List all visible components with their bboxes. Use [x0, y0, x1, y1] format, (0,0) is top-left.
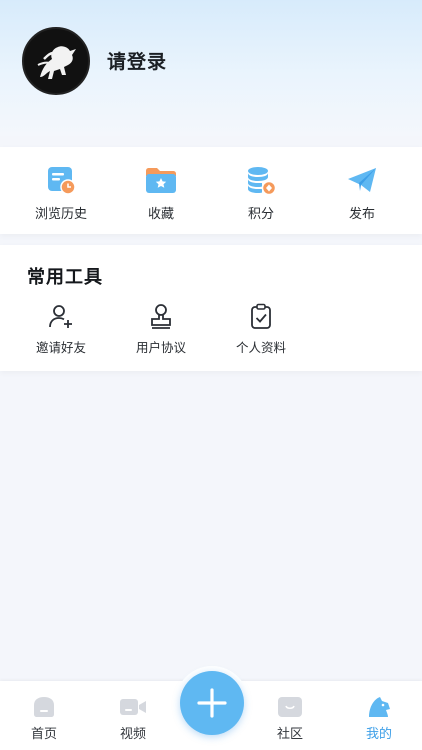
video-icon: [120, 699, 146, 715]
plus-icon: [197, 688, 227, 718]
tool-personal-info[interactable]: 个人资料: [216, 303, 306, 356]
tool-label: 个人资料: [235, 340, 286, 355]
quick-action-points[interactable]: 积分: [216, 165, 306, 225]
quick-action-favorites[interactable]: 收藏: [116, 165, 206, 225]
quick-action-publish[interactable]: 发布: [317, 165, 407, 225]
tool-label: 用户协议: [135, 340, 186, 355]
tab-label: 我的: [365, 727, 392, 742]
quick-action-label: 积分: [247, 207, 274, 222]
avatar[interactable]: [22, 27, 90, 95]
quick-action-label: 收藏: [147, 207, 174, 222]
tool-label: 邀请好友: [35, 340, 86, 355]
tab-label: 视频: [119, 727, 146, 742]
tab-mine[interactable]: 我的: [349, 695, 409, 742]
quick-action-history[interactable]: 浏览历史: [16, 165, 106, 225]
center-add-button[interactable]: [180, 671, 244, 735]
clipboard-check-icon: [251, 303, 271, 329]
add-user-icon: [49, 305, 72, 328]
favorites-folder-icon: [146, 168, 176, 193]
tool-invite-friends[interactable]: 邀请好友: [16, 303, 106, 356]
quick-action-label: 浏览历史: [34, 207, 87, 222]
tab-label: 社区: [276, 727, 303, 742]
home-icon: [34, 697, 54, 717]
history-icon: [48, 167, 76, 195]
login-link[interactable]: 请登录: [107, 47, 167, 74]
community-icon: [278, 697, 302, 717]
tools-card: 常用工具 邀请好友 用户协议 个人资料: [0, 245, 422, 371]
mine-icon: [369, 697, 390, 717]
tools-title: 常用工具: [27, 267, 103, 288]
tab-home[interactable]: 首页: [14, 695, 74, 742]
tool-user-agreement[interactable]: 用户协议: [116, 303, 206, 356]
tab-video[interactable]: 视频: [103, 695, 163, 742]
quick-actions-card: 浏览历史 收藏 积分 发布: [0, 147, 422, 234]
tab-label: 首页: [30, 727, 57, 742]
tab-community[interactable]: 社区: [260, 695, 320, 742]
points-coins-icon: [248, 167, 276, 195]
paper-plane-icon: [348, 168, 376, 192]
quick-action-label: 发布: [348, 207, 375, 222]
stamp-icon: [151, 304, 171, 329]
